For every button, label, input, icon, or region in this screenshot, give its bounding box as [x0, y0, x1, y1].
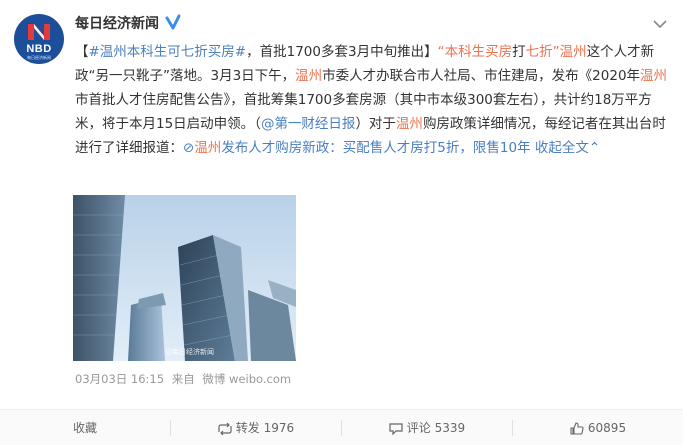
- weibo-post-card: NBD 每日经济新闻 每日经济新闻 【#温州本科生可七折买房#，首批1700多套…: [0, 0, 683, 445]
- repost-icon: [218, 422, 232, 435]
- building-photo: [73, 195, 296, 361]
- highlight-segment: “本科生买房: [437, 44, 513, 60]
- text-segment: 【: [75, 44, 89, 60]
- chevron-down-icon[interactable]: [651, 18, 669, 30]
- image-watermark: @每日经济新闻: [165, 348, 214, 356]
- post-link-segment[interactable]: ⌃: [589, 140, 600, 156]
- highlight-segment: 温州: [640, 68, 668, 84]
- like-button[interactable]: 60895: [513, 410, 683, 445]
- text-segment: ，首批1700多套3月中旬推出】: [246, 44, 438, 60]
- post-source[interactable]: 微博 weibo.com: [202, 372, 291, 386]
- post-meta: 03月03日 16:15 来自 微博 weibo.com: [75, 371, 295, 387]
- highlight-segment: 七折: [525, 44, 553, 60]
- highlight-segment: 温州: [559, 44, 587, 60]
- post-link-segment[interactable]: 收起全文: [531, 140, 589, 156]
- repost-label: 转发: [235, 421, 260, 435]
- thumbs-up-icon: [570, 422, 584, 435]
- like-count: 60895: [587, 421, 627, 435]
- username-link[interactable]: 每日经济新闻: [75, 13, 159, 33]
- favorite-button[interactable]: 收藏: [0, 410, 170, 445]
- text-segment: 市委人才办联合市人社局、市住建局，发布《2020年: [322, 68, 641, 84]
- highlight-segment: 温州: [295, 68, 323, 84]
- comment-button[interactable]: 评论 5339: [342, 410, 512, 445]
- highlight-segment: ”: [552, 44, 560, 60]
- comment-icon: [389, 422, 403, 435]
- text-segment: 打: [512, 44, 526, 60]
- post-text: 【#温州本科生可七折买房#，首批1700多套3月中旬推出】“本科生买房打七折”温…: [75, 40, 673, 160]
- post-link-segment[interactable]: ⊘: [183, 140, 194, 156]
- comment-label: 评论: [406, 421, 431, 435]
- highlight-segment: 温州: [395, 116, 423, 132]
- highlight-segment: 温州: [194, 140, 222, 156]
- avatar[interactable]: NBD 每日经济新闻: [14, 14, 64, 64]
- post-link-segment[interactable]: #温州本科生可七折买房#: [89, 44, 247, 60]
- post-date[interactable]: 03月03日 16:15: [75, 372, 164, 386]
- repost-button[interactable]: 转发 1976: [171, 410, 341, 445]
- post-link-segment[interactable]: @第一财经日报: [261, 116, 356, 132]
- source-prefix: 来自: [171, 372, 195, 386]
- text-segment: ）对于: [355, 116, 396, 132]
- verified-badge-icon: [165, 14, 181, 30]
- post-link-segment[interactable]: 发布人才购房新政：买配售人才房打5折，限售10年: [221, 140, 530, 156]
- avatar-brand-subtext: 每日经济新闻: [27, 55, 51, 60]
- nbd-logo-icon: [28, 24, 50, 40]
- avatar-brand-text: NBD: [26, 43, 52, 55]
- repost-count: 1976: [263, 421, 295, 435]
- action-bar: 收藏 转发 1976 评论 5339 60895: [0, 409, 683, 445]
- comment-count: 5339: [434, 421, 466, 435]
- post-image[interactable]: @每日经济新闻: [73, 195, 296, 361]
- favorite-label: 收藏: [72, 421, 97, 435]
